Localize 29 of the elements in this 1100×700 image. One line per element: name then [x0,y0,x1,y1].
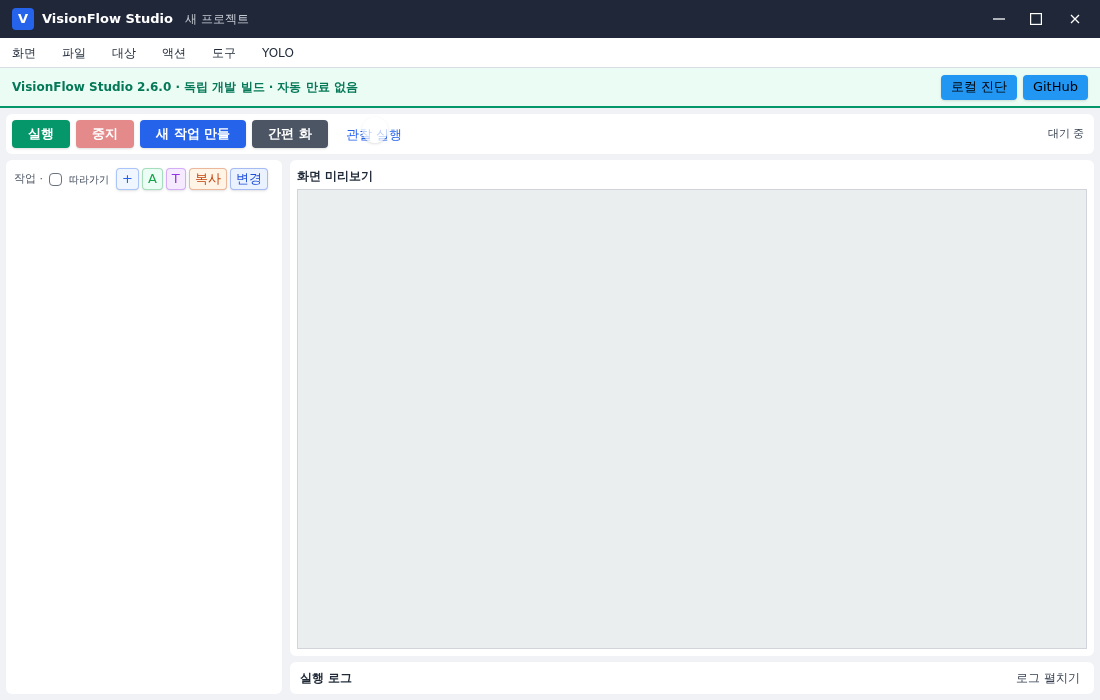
banner-button[interactable]: GitHub [1022,74,1088,100]
observe-link[interactable]: 관찰 실행 [345,127,402,142]
menu-item[interactable]: 파일 [62,43,86,62]
log-toggle[interactable]: 로그 펼치기 [1016,669,1080,687]
app-logo: V [12,8,34,30]
toolbar-button[interactable]: 새 작업 만들 [140,120,247,148]
follow-checkbox[interactable] [49,172,62,186]
version-text: VisionFlow Studio 2.6.0 · 독립 개발 빌드 · 자동 만료 없음 [12,79,358,96]
log-title: 실행 로그 [300,670,353,687]
follow-label: 따라가기 [69,172,109,187]
menu-item[interactable]: 화면 [12,43,36,62]
status-text: 대기 중 [1047,125,1084,142]
menu-item[interactable]: YOLO [262,43,294,62]
menu-item[interactable]: 도구 [212,43,236,62]
project-name: 새 프로젝트 [185,11,249,28]
preview-title: 화면 미리보기 [297,168,375,185]
task-chip[interactable]: T [165,168,186,190]
menu-item[interactable]: 액션 [162,43,186,62]
close-icon[interactable] [1070,14,1080,24]
maximize-icon[interactable] [1030,13,1042,25]
menu-item[interactable]: 대상 [112,43,136,62]
toolbar-button[interactable]: 간편 화 [252,120,328,148]
task-chip[interactable]: 복사 [188,168,227,190]
task-label: 작업 · [14,170,43,187]
task-chip[interactable]: 변경 [229,168,268,190]
task-chip[interactable]: + [116,168,139,190]
app-title: VisionFlow Studio [42,10,173,29]
toolbar-button[interactable]: 실행 [12,120,70,148]
banner-button[interactable]: 로컬 진단 [940,74,1017,100]
